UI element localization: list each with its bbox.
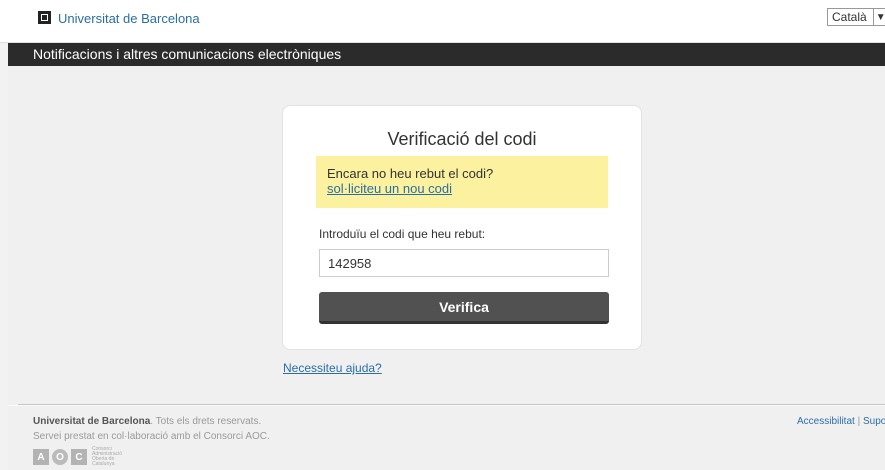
footer-rights: . Tots els drets reservats. <box>150 416 262 427</box>
support-link[interactable]: Suport <box>863 416 885 427</box>
language-select[interactable]: Català ▼ <box>827 8 885 26</box>
language-selected-value: Català <box>832 10 867 24</box>
verification-card: Verificació del codi Encara no heu rebut… <box>282 105 642 350</box>
top-bar: Universitat de Barcelona Català ▼ <box>0 0 885 43</box>
aoc-logo-subtitle: Consorci Administració Oberta de Catalun… <box>92 446 123 467</box>
notice-text: Encara no heu rebut el codi? <box>327 166 494 181</box>
aoc-logo-letter-c: C <box>71 449 87 465</box>
aoc-logo-letter-a: A <box>33 449 49 465</box>
accessibility-link[interactable]: Accessibilitat <box>797 416 855 427</box>
footer-links: Accessibilitat | Suport <box>797 416 885 427</box>
footer-link-separator: | <box>857 416 861 427</box>
code-notice: Encara no heu rebut el codi? sol·liciteu… <box>316 156 608 208</box>
aoc-logo: A O C Consorci Administració Oberta de C… <box>33 446 132 467</box>
code-field-label: Introduïu el codi que heu rebut: <box>319 227 486 241</box>
aoc-logo-letter-o: O <box>52 449 68 465</box>
footer-copyright: Universitat de Barcelona. Tots els drets… <box>33 416 261 427</box>
request-new-code-link[interactable]: sol·liciteu un nou codi <box>327 181 452 196</box>
university-logo-icon <box>38 11 51 24</box>
footer-divider-highlight <box>8 405 885 406</box>
app-title: Notificacions i altres comunicacions ele… <box>33 46 342 62</box>
code-input[interactable] <box>319 249 609 277</box>
footer-org: Universitat de Barcelona <box>33 416 151 427</box>
card-title: Verificació del codi <box>387 129 537 149</box>
help-link[interactable]: Necessiteu ajuda? <box>283 361 382 375</box>
verify-button[interactable]: Verifica <box>319 292 609 324</box>
app-title-bar: Notificacions i altres comunicacions ele… <box>8 43 885 66</box>
university-link[interactable]: Universitat de Barcelona <box>58 11 200 26</box>
footer-service: Servei prestat en col·laboració amb el C… <box>33 431 270 442</box>
chevron-down-icon[interactable]: ▼ <box>872 9 885 25</box>
